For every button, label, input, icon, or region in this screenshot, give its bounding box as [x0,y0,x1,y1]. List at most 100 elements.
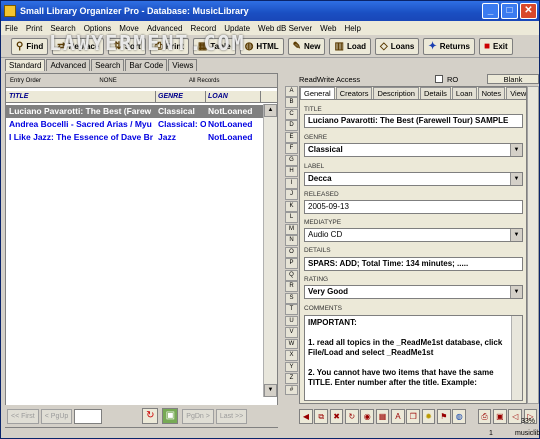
globe-icon[interactable]: ◍ [452,408,467,424]
pgup-button[interactable]: < PgUp [40,408,73,424]
tab-description[interactable]: Description [373,87,419,99]
tab-standard[interactable]: Standard [5,59,46,71]
tab-views[interactable]: Views [168,59,198,71]
tab-notes[interactable]: Notes [477,87,506,99]
maximize-button[interactable]: □ [501,3,518,19]
menu-web-db-server[interactable]: Web dB Server [258,24,312,33]
tab-details[interactable]: Details [419,87,451,99]
font-icon[interactable]: A [390,408,405,424]
tab-search[interactable]: Search [91,59,125,71]
html-button[interactable]: ◍ HTML [239,38,284,55]
alpha-index-v[interactable]: V [285,327,298,338]
alpha-index-p[interactable]: P [285,258,298,270]
alpha-index-o[interactable]: O [285,246,298,258]
table-row[interactable]: Andrea Bocelli - Sacred Arias / Myu Clas… [6,118,277,131]
alpha-index-h[interactable]: H [285,166,298,178]
delete-icon[interactable]: ✖ [329,408,344,424]
comments-textarea[interactable]: IMPORTANT: 1. read all topics in the _Re… [304,315,523,401]
sort-button[interactable]: ⇅ Sort [108,38,146,55]
table-row[interactable]: Luciano Pavarotti: The Best (Farew Class… [6,105,277,118]
alpha-index-g[interactable]: G [285,154,298,166]
menu-file[interactable]: File [5,24,18,33]
minimize-button[interactable]: _ [482,3,499,19]
column-title[interactable]: TITLE [6,91,156,102]
bulb-icon[interactable]: ✹ [421,408,436,424]
tab-advanced[interactable]: Advanced [46,59,91,71]
copy-icon[interactable]: ⧉ [314,408,329,424]
alpha-index-m[interactable]: M [285,223,298,235]
alpha-index-f[interactable]: F [285,143,298,155]
loans-button[interactable]: ◇ Loans [375,38,420,55]
sort-field-button[interactable]: NONE [95,78,184,84]
alpha-index-z[interactable]: Z [285,373,298,384]
menu-print[interactable]: Print [26,24,42,33]
alpha-index-u[interactable]: U [285,315,298,327]
tab-views[interactable]: Views [506,87,526,99]
menu-record[interactable]: Record [190,24,216,33]
scroll-up-arrow-icon[interactable]: ▲ [264,104,277,117]
menu-options[interactable]: Options [84,24,112,33]
alpha-index-k[interactable]: K [285,200,298,212]
alpha-index-q[interactable]: Q [285,269,298,281]
copy-record-icon[interactable]: ❐ [406,408,421,424]
last-button[interactable]: Last >> [215,408,248,424]
alpha-index-n[interactable]: N [285,235,298,247]
table-icon[interactable]: ▦ [375,408,390,424]
menu-search[interactable]: Search [50,24,75,33]
flag-icon[interactable]: ⚑ [436,408,451,424]
back-arrow-icon[interactable]: ◀ [299,408,313,424]
label-select[interactable]: Decca ▼ [304,172,523,186]
print-preview-icon[interactable]: ⎙ [477,408,492,424]
mediatype-select[interactable]: Audio CD ▼ [304,228,523,242]
alpha-index-s[interactable]: S [285,292,298,304]
rating-select[interactable]: Very Good ▼ [304,285,523,299]
photo-icon[interactable]: ▣ [162,408,179,424]
blank-button[interactable]: Blank [487,74,539,84]
tab-general[interactable]: General [300,87,335,99]
tab-loan[interactable]: Loan [451,87,477,99]
alpha-index-x[interactable]: X [285,350,298,361]
menu-help[interactable]: Help [344,24,360,33]
table-button[interactable]: ▦ Table [192,38,236,55]
column-loan[interactable]: LOAN [206,91,261,102]
color-icon[interactable]: ◉ [360,408,375,424]
readonly-checkbox[interactable]: RO [435,75,487,84]
chevron-down-icon[interactable]: ▼ [510,144,522,156]
alpha-index-y[interactable]: Y [285,361,298,373]
returns-button[interactable]: ✦ Returns [423,38,475,55]
released-field[interactable]: 2005-09-13 [304,200,523,214]
replace-button[interactable]: ⇄ Replace [52,38,105,55]
table-row[interactable]: I Like Jazz: The Essence of Dave Br Jazz… [6,131,277,144]
menu-web[interactable]: Web [320,24,336,33]
alpha-index-d[interactable]: D [285,120,298,132]
find-button[interactable]: ⚲ Find [11,38,49,55]
print-button[interactable]: ⎙ Print [149,38,189,55]
alpha-index-i[interactable]: I [285,177,298,189]
details-field[interactable]: SPARS: ADD; Total Time: 134 minutes; ...… [304,257,523,271]
sync-icon[interactable]: ↻ [344,408,359,424]
picture-icon[interactable]: ▣ [492,408,507,424]
pgdn-button[interactable]: PgDn > [182,408,214,424]
new-button[interactable]: ✎ New [287,38,326,55]
record-number-input[interactable] [74,408,103,424]
close-button[interactable]: ✕ [520,3,537,19]
all-records-button[interactable]: All Records [185,78,274,84]
exit-button[interactable]: ■ Exit [478,38,513,55]
first-button[interactable]: << First [7,408,39,424]
alpha-index-b[interactable]: B [285,97,298,109]
alpha-index-a[interactable]: A [285,86,298,97]
load-button[interactable]: ▥ Load [329,38,372,55]
alpha-index-hash[interactable]: # [285,384,298,396]
entry-order-button[interactable]: Entry Order [6,78,95,84]
tab-bar-code[interactable]: Bar Code [125,59,168,71]
grid-scrollbar[interactable]: ▲ ▼ [263,104,277,397]
menu-update[interactable]: Update [224,24,250,33]
sync-icon[interactable]: ↻ [142,408,159,424]
comments-scrollbar[interactable] [511,316,522,400]
column-genre[interactable]: GENRE [156,91,206,102]
detail-scrollbar[interactable] [527,86,539,404]
tab-creators[interactable]: Creators [335,87,373,99]
chevron-down-icon[interactable]: ▼ [510,286,522,298]
alpha-index-r[interactable]: R [285,281,298,293]
scroll-down-arrow-icon[interactable]: ▼ [264,384,277,397]
